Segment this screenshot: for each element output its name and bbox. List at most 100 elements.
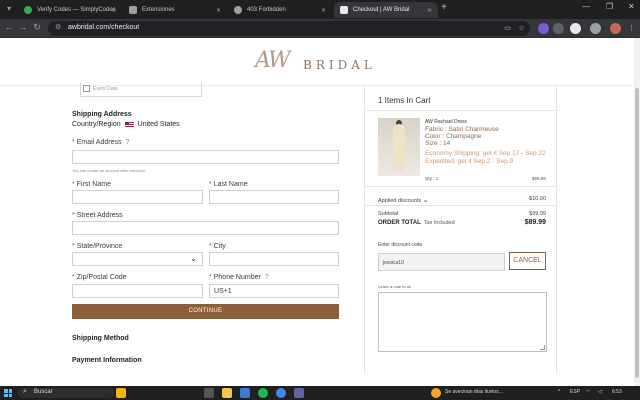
scrollbar-thumb[interactable] <box>635 88 639 378</box>
close-tab-icon[interactable]: ✕ <box>216 7 221 14</box>
wifi-icon[interactable]: ◠ <box>586 389 590 395</box>
payment-information-title[interactable]: Payment Information <box>72 357 142 364</box>
street-address-field[interactable] <box>72 221 339 235</box>
tab-title: 403 Forbidden <box>247 7 286 13</box>
tab-search-icon[interactable]: ▾ <box>3 4 15 16</box>
divider <box>364 110 557 111</box>
country-row: Country/Region United States <box>72 121 180 128</box>
city-label: * City <box>209 243 226 250</box>
brand-logo-mark[interactable]: AW <box>255 48 291 73</box>
us-flag-icon <box>124 121 134 128</box>
country-label: Country/Region <box>72 121 121 128</box>
new-tab-button[interactable]: + <box>441 2 447 13</box>
tab-checkout[interactable]: Checkout | AW Bridal ✕ <box>334 2 438 18</box>
order-note-textarea[interactable] <box>378 292 547 352</box>
extension-icon[interactable] <box>538 23 549 34</box>
browser-toolbar: ← → ↻ ⚙ awbridal.com/checkout ▭ ☆ ⋮ <box>0 19 640 38</box>
search-icon: ⌕ <box>23 388 27 395</box>
more-menu-icon[interactable]: ⋮ <box>626 23 637 34</box>
first-name-field[interactable] <box>72 190 203 204</box>
page-scrollbar[interactable] <box>634 38 640 386</box>
product-image[interactable] <box>378 118 420 176</box>
help-icon[interactable]: ? <box>125 139 129 146</box>
close-tab-icon[interactable]: ✕ <box>321 7 326 14</box>
volume-icon[interactable]: ◁ <box>598 389 602 395</box>
email-label: * Email Address? <box>72 139 130 146</box>
divider <box>364 205 557 206</box>
simplycodes-favicon-icon <box>24 6 32 14</box>
tab-extensiones[interactable]: Extensiones ✕ <box>123 2 227 18</box>
extensions-puzzle-icon[interactable] <box>570 23 581 34</box>
product-fabric: Fabric : Satin Charmeuse <box>425 126 499 133</box>
tab-403-forbidden[interactable]: 403 Forbidden ✕ <box>228 2 332 18</box>
bookmark-star-icon[interactable]: ☆ <box>516 23 527 34</box>
close-tab-icon[interactable]: ✕ <box>111 7 116 14</box>
maximize-icon[interactable]: ❐ <box>606 2 613 11</box>
site-header: AW BRIDAL <box>0 38 640 86</box>
close-tab-icon[interactable]: ✕ <box>427 7 432 14</box>
zip-label: * Zip/Postal Code <box>72 274 127 281</box>
tab-title: Verify Codes — SimplyCodes <box>37 7 116 13</box>
reload-icon[interactable]: ↻ <box>31 22 43 33</box>
url-text: awbridal.com/checkout <box>68 24 140 31</box>
site-info-icon[interactable]: ⚙ <box>55 23 61 31</box>
city-field[interactable] <box>209 252 339 266</box>
windows-taskbar: ⌕ Buscar Se avecinan días lluvios... ^ E… <box>0 386 640 400</box>
weather-text[interactable]: Se avecinan días lluvios... <box>445 389 503 395</box>
phone-field[interactable]: US+1 <box>209 284 339 298</box>
tab-verify-codes[interactable]: Verify Codes — SimplyCodes ✕ <box>18 2 122 18</box>
chrome-icon[interactable] <box>276 388 286 398</box>
teams-icon[interactable] <box>294 388 304 398</box>
discount-code-input[interactable]: jessica10 <box>378 253 505 271</box>
continue-button[interactable]: CONTINUE <box>72 304 339 319</box>
chevron-down-icon: ⌄ <box>422 197 429 204</box>
zip-field[interactable] <box>72 284 203 298</box>
close-window-icon[interactable]: ✕ <box>628 2 635 11</box>
street-address-label: * Street Address <box>72 212 123 219</box>
globe-icon <box>234 6 242 14</box>
shipping-method-title[interactable]: Shipping Method <box>72 335 129 342</box>
cancel-discount-button[interactable]: CANCEL <box>509 252 546 270</box>
last-name-field[interactable] <box>209 190 339 204</box>
edge-icon[interactable] <box>240 388 250 398</box>
clock-time[interactable]: 6:53 <box>612 389 622 395</box>
profile-avatar[interactable] <box>610 23 621 34</box>
economy-shipping-text: Economy Shipping: get it Sep.17 - Sep.22 <box>425 150 546 157</box>
event-date-field[interactable]: Event Date <box>80 82 202 97</box>
cart-title: 1 Items In Cart <box>378 96 431 105</box>
last-name-label: * Last Name <box>209 181 248 188</box>
side-panel-icon[interactable] <box>590 23 601 34</box>
back-icon[interactable]: ← <box>3 22 15 32</box>
product-size: Size : 14 <box>425 140 451 147</box>
extension-icon[interactable] <box>553 23 564 34</box>
help-icon[interactable]: ? <box>265 274 269 281</box>
tray-chevron-icon[interactable]: ^ <box>558 389 560 395</box>
state-label: * State/Province <box>72 243 123 250</box>
file-explorer-icon[interactable] <box>222 388 232 398</box>
tax-included-label: Tax Included <box>423 220 455 226</box>
windows-start-icon[interactable] <box>4 389 12 397</box>
task-view-icon[interactable] <box>204 388 214 398</box>
copilot-icon[interactable] <box>116 388 126 398</box>
forward-icon[interactable]: → <box>17 22 29 32</box>
order-total-value: $89.99 <box>524 219 546 226</box>
shipping-address-title: Shipping Address <box>72 111 132 118</box>
spotify-icon[interactable] <box>258 388 268 398</box>
minimize-icon[interactable]: — <box>582 2 590 11</box>
language-indicator[interactable]: ESP <box>570 389 580 395</box>
state-select[interactable]: ⌄ <box>72 252 203 266</box>
phone-prefix: US+1 <box>214 288 232 295</box>
applied-discounts-toggle[interactable]: Applied discounts ⌄ <box>378 196 429 204</box>
email-hint: You can create an account after checkout <box>72 168 146 173</box>
aw-bridal-favicon-icon <box>340 6 348 14</box>
email-field[interactable] <box>72 150 339 164</box>
cast-icon[interactable]: ▭ <box>502 23 513 34</box>
brand-logo-word[interactable]: BRIDAL <box>303 58 376 72</box>
browser-tab-bar: ▾ Verify Codes — SimplyCodes ✕ Extension… <box>0 0 640 19</box>
subtotal-value: $99.99 <box>529 211 546 217</box>
product-name[interactable]: AW Rachael Dress <box>425 119 467 125</box>
note-label: Leave a note to us <box>378 284 411 289</box>
address-bar[interactable]: ⚙ awbridal.com/checkout <box>48 21 530 36</box>
taskbar-search[interactable]: ⌕ Buscar <box>18 388 114 398</box>
tab-title: Checkout | AW Bridal <box>353 7 410 13</box>
